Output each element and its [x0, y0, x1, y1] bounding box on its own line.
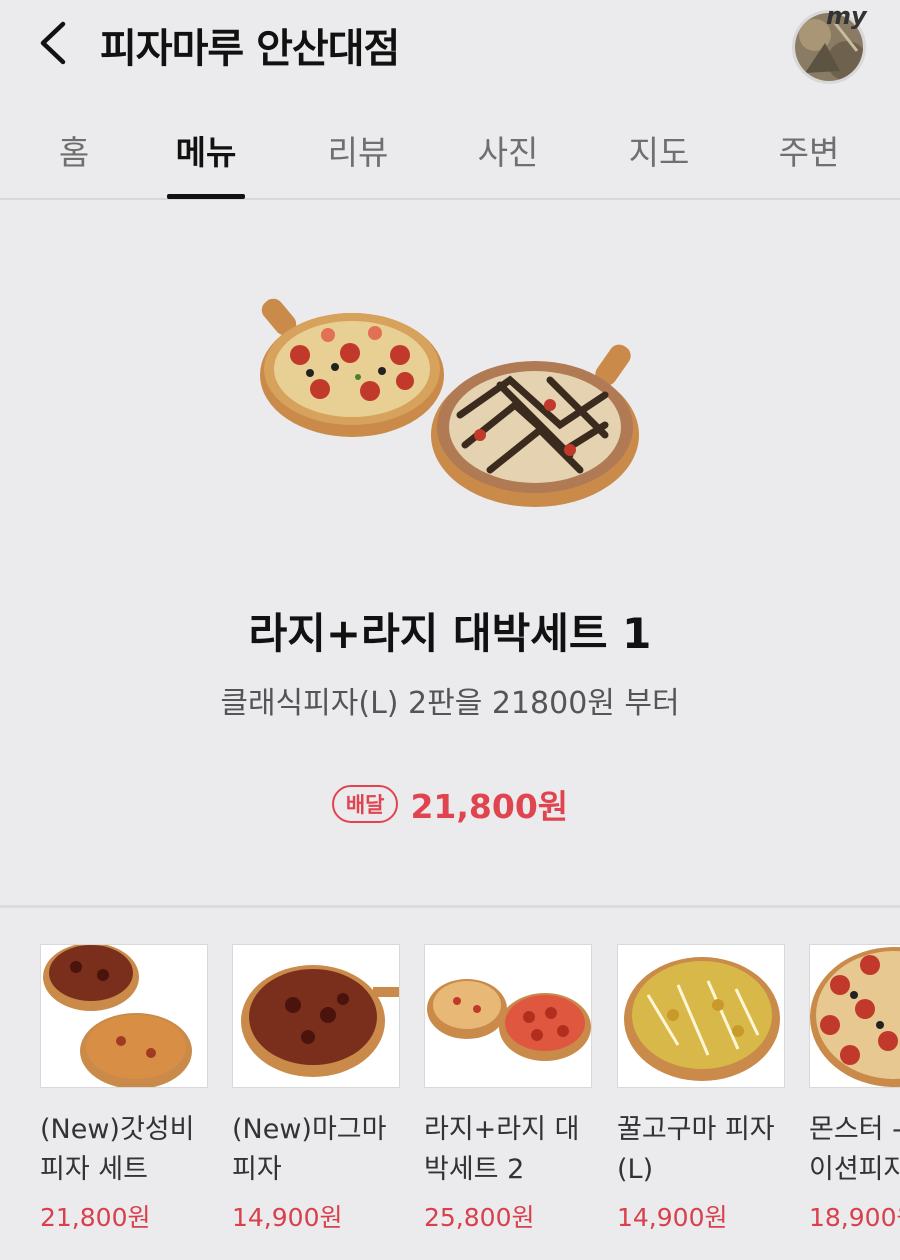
menu-card-price: 25,800원 — [424, 1203, 535, 1232]
menu-card-image — [424, 944, 592, 1088]
back-button[interactable] — [30, 18, 74, 68]
menu-card-price: 18,900원 — [809, 1203, 900, 1232]
chevron-left-icon — [40, 21, 66, 65]
menu-card-image — [809, 944, 900, 1088]
active-tab-indicator — [167, 194, 245, 199]
tab-review[interactable]: 리뷰 — [303, 126, 413, 174]
menu-card-image — [617, 944, 785, 1088]
menu-card-name: (New)마그마 피자 — [232, 1114, 387, 1185]
tab-map[interactable]: 지도 — [604, 126, 714, 174]
menu-card[interactable]: 꿀고구마 피자 (L) 14,900원 — [617, 944, 787, 1234]
menu-card-name: 라지+라지 대 박세트 2 — [424, 1114, 580, 1185]
section-divider — [0, 905, 900, 908]
tab-photo[interactable]: 사진 — [453, 126, 563, 174]
menu-card-image — [40, 944, 208, 1088]
product-description: 클래식피자(L) 2판을 21800원 부터 — [220, 686, 680, 721]
menu-card-price: 21,800원 — [40, 1203, 151, 1232]
page-title: 피자마루 안산대점 — [100, 26, 400, 72]
menu-card-price: 14,900원 — [617, 1203, 728, 1232]
product-price: 21,800원 — [410, 787, 569, 826]
menu-card-price: 14,900원 — [232, 1203, 343, 1232]
tab-menu[interactable]: 메뉴 — [151, 126, 261, 174]
menu-card[interactable]: (New)갓성비 피자 세트 21,800원 — [40, 944, 210, 1234]
delivery-badge: 배달 — [331, 785, 399, 823]
menu-card-name: 꿀고구마 피자 (L) — [617, 1114, 775, 1185]
menu-card[interactable]: 몬스터 -이션피자 18,900원 — [809, 944, 900, 1234]
menu-card-name: 몬스터 - 이션피자 — [809, 1114, 900, 1185]
menu-card[interactable]: 라지+라지 대 박세트 2 25,800원 — [424, 944, 594, 1234]
menu-card[interactable]: (New)마그마 피자 14,900원 — [232, 944, 402, 1234]
avatar-badge: my — [826, 2, 867, 30]
tab-nearby[interactable]: 주변 — [754, 126, 864, 174]
menu-card-image — [232, 944, 400, 1088]
tab-bar: 홈 메뉴 리뷰 사진 지도 주변 — [0, 100, 900, 200]
tab-home[interactable]: 홈 — [19, 126, 129, 174]
header: 피자마루 안산대점 my — [0, 0, 900, 90]
menu-card-name: (New)갓성비 피자 세트 — [40, 1114, 195, 1185]
price-row: 배달 21,800원 — [0, 780, 900, 828]
product-name: 라지+라지 대박세트 1 — [248, 609, 652, 658]
product-image — [260, 298, 639, 507]
